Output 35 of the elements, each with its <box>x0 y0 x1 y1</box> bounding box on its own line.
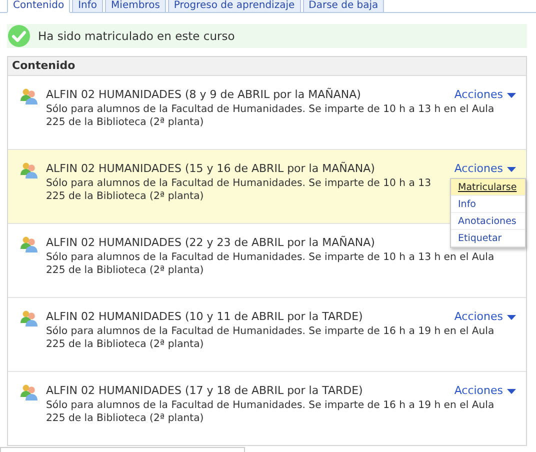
tab[interactable]: Miembros <box>105 0 166 13</box>
course-description: Sólo para alumnos de la Facultad de Humanidades. Se imparte de 10 h a 13 225 de la Biblioteca (2ª planta) <box>46 177 431 203</box>
menu-item[interactable]: Anotaciones <box>451 213 525 230</box>
course-description: Sólo para alumnos de la Facultad de Humanidades. Se imparte de 16 h a 19 h en el Aula 225 de la Biblioteca (2ª planta) <box>46 399 494 425</box>
group-icon <box>20 235 38 253</box>
tab[interactable]: Progreso de aprendizaje <box>168 0 301 13</box>
message-text: Ha sido matriculado en este curso <box>38 29 235 43</box>
course-title[interactable]: ALFIN 02 HUMANIDADES (17 y 18 de ABRIL por la TARDE) <box>46 383 363 399</box>
caret-icon <box>507 92 516 98</box>
tab[interactable]: Info <box>72 0 104 13</box>
caret-icon <box>507 166 516 172</box>
group-icon <box>20 87 38 105</box>
actions-menu-button[interactable]: Acciones <box>454 309 516 325</box>
actions-menu-button[interactable]: Acciones <box>454 161 516 177</box>
caret-icon <box>507 314 516 320</box>
caret-icon <box>507 388 516 394</box>
course-description: Sólo para alumnos de la Facultad de Humanidades. Se imparte de 10 h a 13 h en el Aula 225 de la Biblioteca (2ª planta) <box>46 103 494 129</box>
course-description: Sólo para alumnos de la Facultad de Humanidades. Se imparte de 10 h a 13 h en el Aula 225 de la Biblioteca (2ª planta) <box>46 251 494 277</box>
course-description: Sólo para alumnos de la Facultad de Humanidades. Se imparte de 16 h a 19 h en el Aula 225 de la Biblioteca (2ª planta) <box>46 325 494 351</box>
tab[interactable]: Darse de baja <box>302 0 384 13</box>
actions-menu-button[interactable]: Acciones <box>454 383 516 399</box>
menu-item[interactable]: Info <box>451 196 525 213</box>
group-icon <box>20 161 38 179</box>
group-icon <box>20 383 38 401</box>
course-title[interactable]: ALFIN 02 HUMANIDADES (10 y 11 de ABRIL por la TARDE) <box>46 309 363 325</box>
course-title[interactable]: ALFIN 02 HUMANIDADES (8 y 9 de ABRIL por la MAÑANA) <box>46 87 361 103</box>
course-title[interactable]: ALFIN 02 HUMANIDADES (15 y 16 de ABRIL por la MAÑANA) <box>46 161 375 177</box>
course-title[interactable]: ALFIN 02 HUMANIDADES (22 y 23 de ABRIL por la MAÑANA) <box>46 235 375 251</box>
menu-item[interactable]: Etiquetar <box>451 230 525 247</box>
checkmark-icon <box>8 25 30 47</box>
menu-item[interactable]: Matricularse <box>451 179 525 196</box>
actions-menu-button[interactable]: Acciones <box>454 87 516 103</box>
group-icon <box>20 309 38 327</box>
panel-title: Contenido <box>12 59 76 72</box>
tab[interactable]: Contenido <box>7 0 70 13</box>
